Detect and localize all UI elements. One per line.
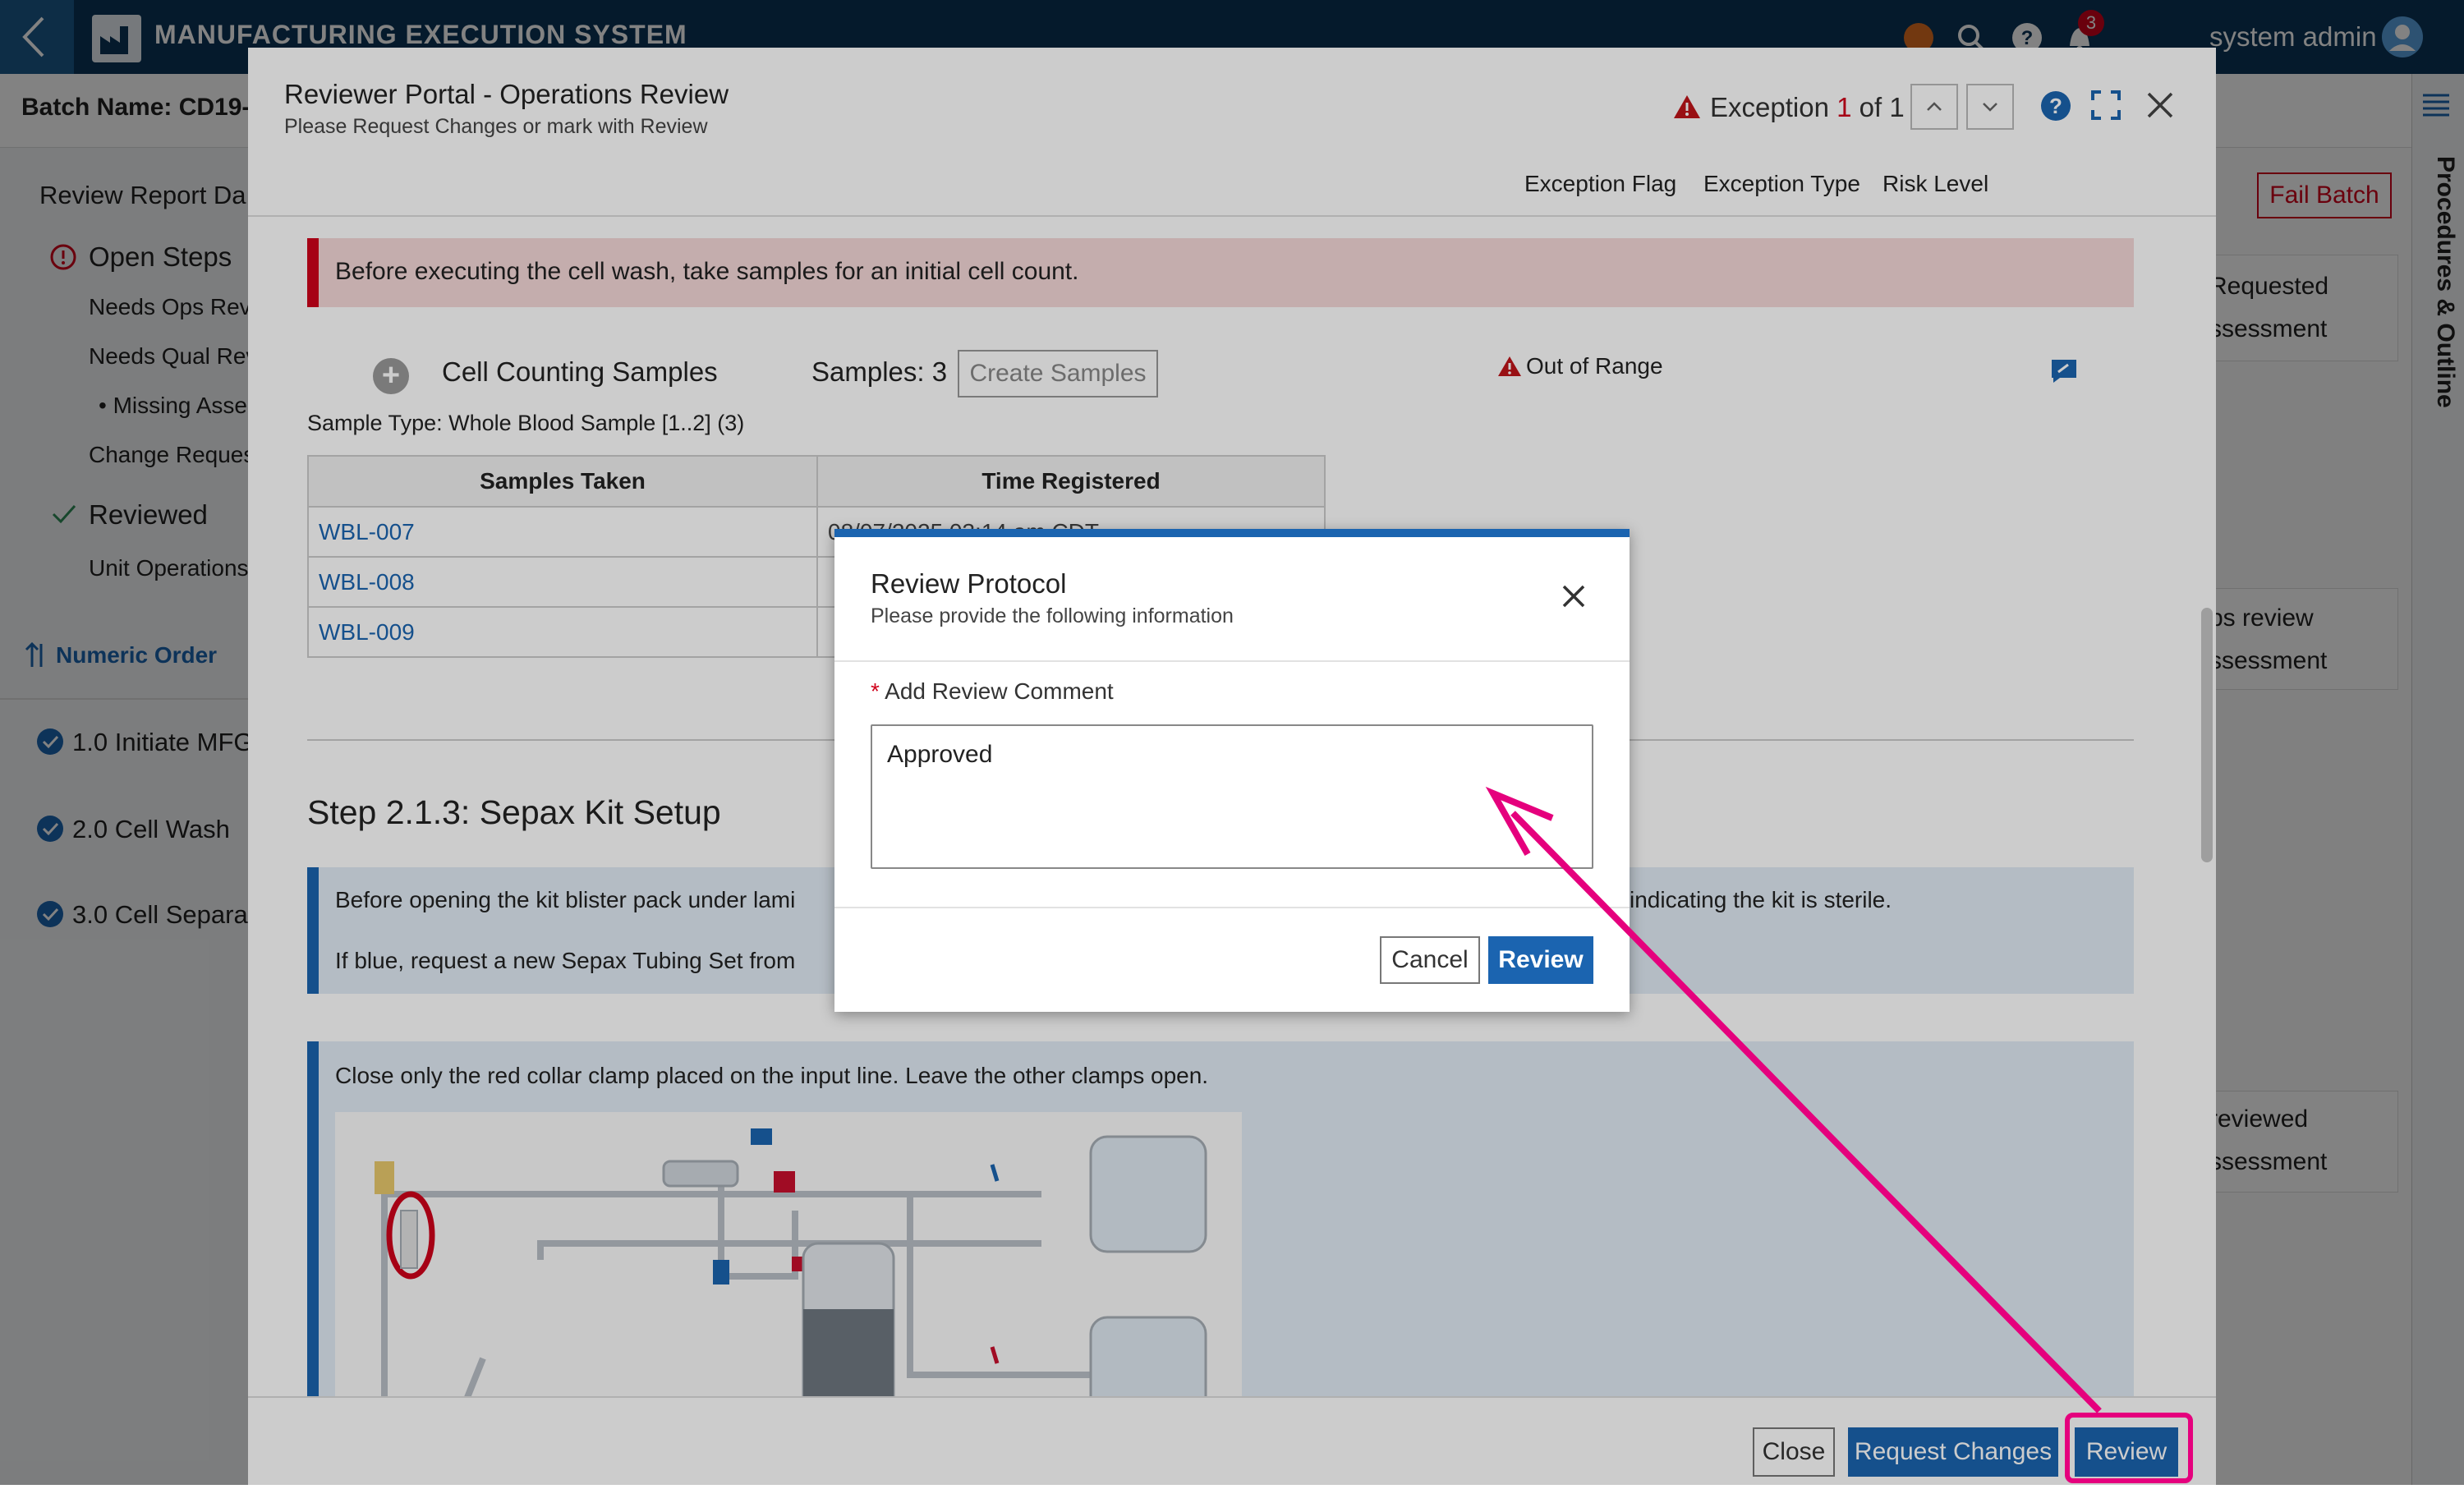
close-icon[interactable] <box>1559 581 1588 611</box>
dialog-header-divider <box>834 660 1630 662</box>
required-asterisk: * <box>871 678 880 704</box>
review-comment-label-text: Add Review Comment <box>885 678 1114 704</box>
dialog-review-button[interactable]: Review <box>1488 936 1593 984</box>
review-button-highlight <box>2065 1413 2193 1483</box>
review-comment-label: * Add Review Comment <box>871 678 1114 705</box>
dialog-footer-divider <box>834 907 1630 908</box>
dialog-subtitle: Please provide the following information <box>871 604 1234 627</box>
review-comment-field[interactable]: Approved <box>871 724 1593 869</box>
dialog-title: Review Protocol <box>871 568 1067 599</box>
cancel-button[interactable]: Cancel <box>1380 936 1480 984</box>
